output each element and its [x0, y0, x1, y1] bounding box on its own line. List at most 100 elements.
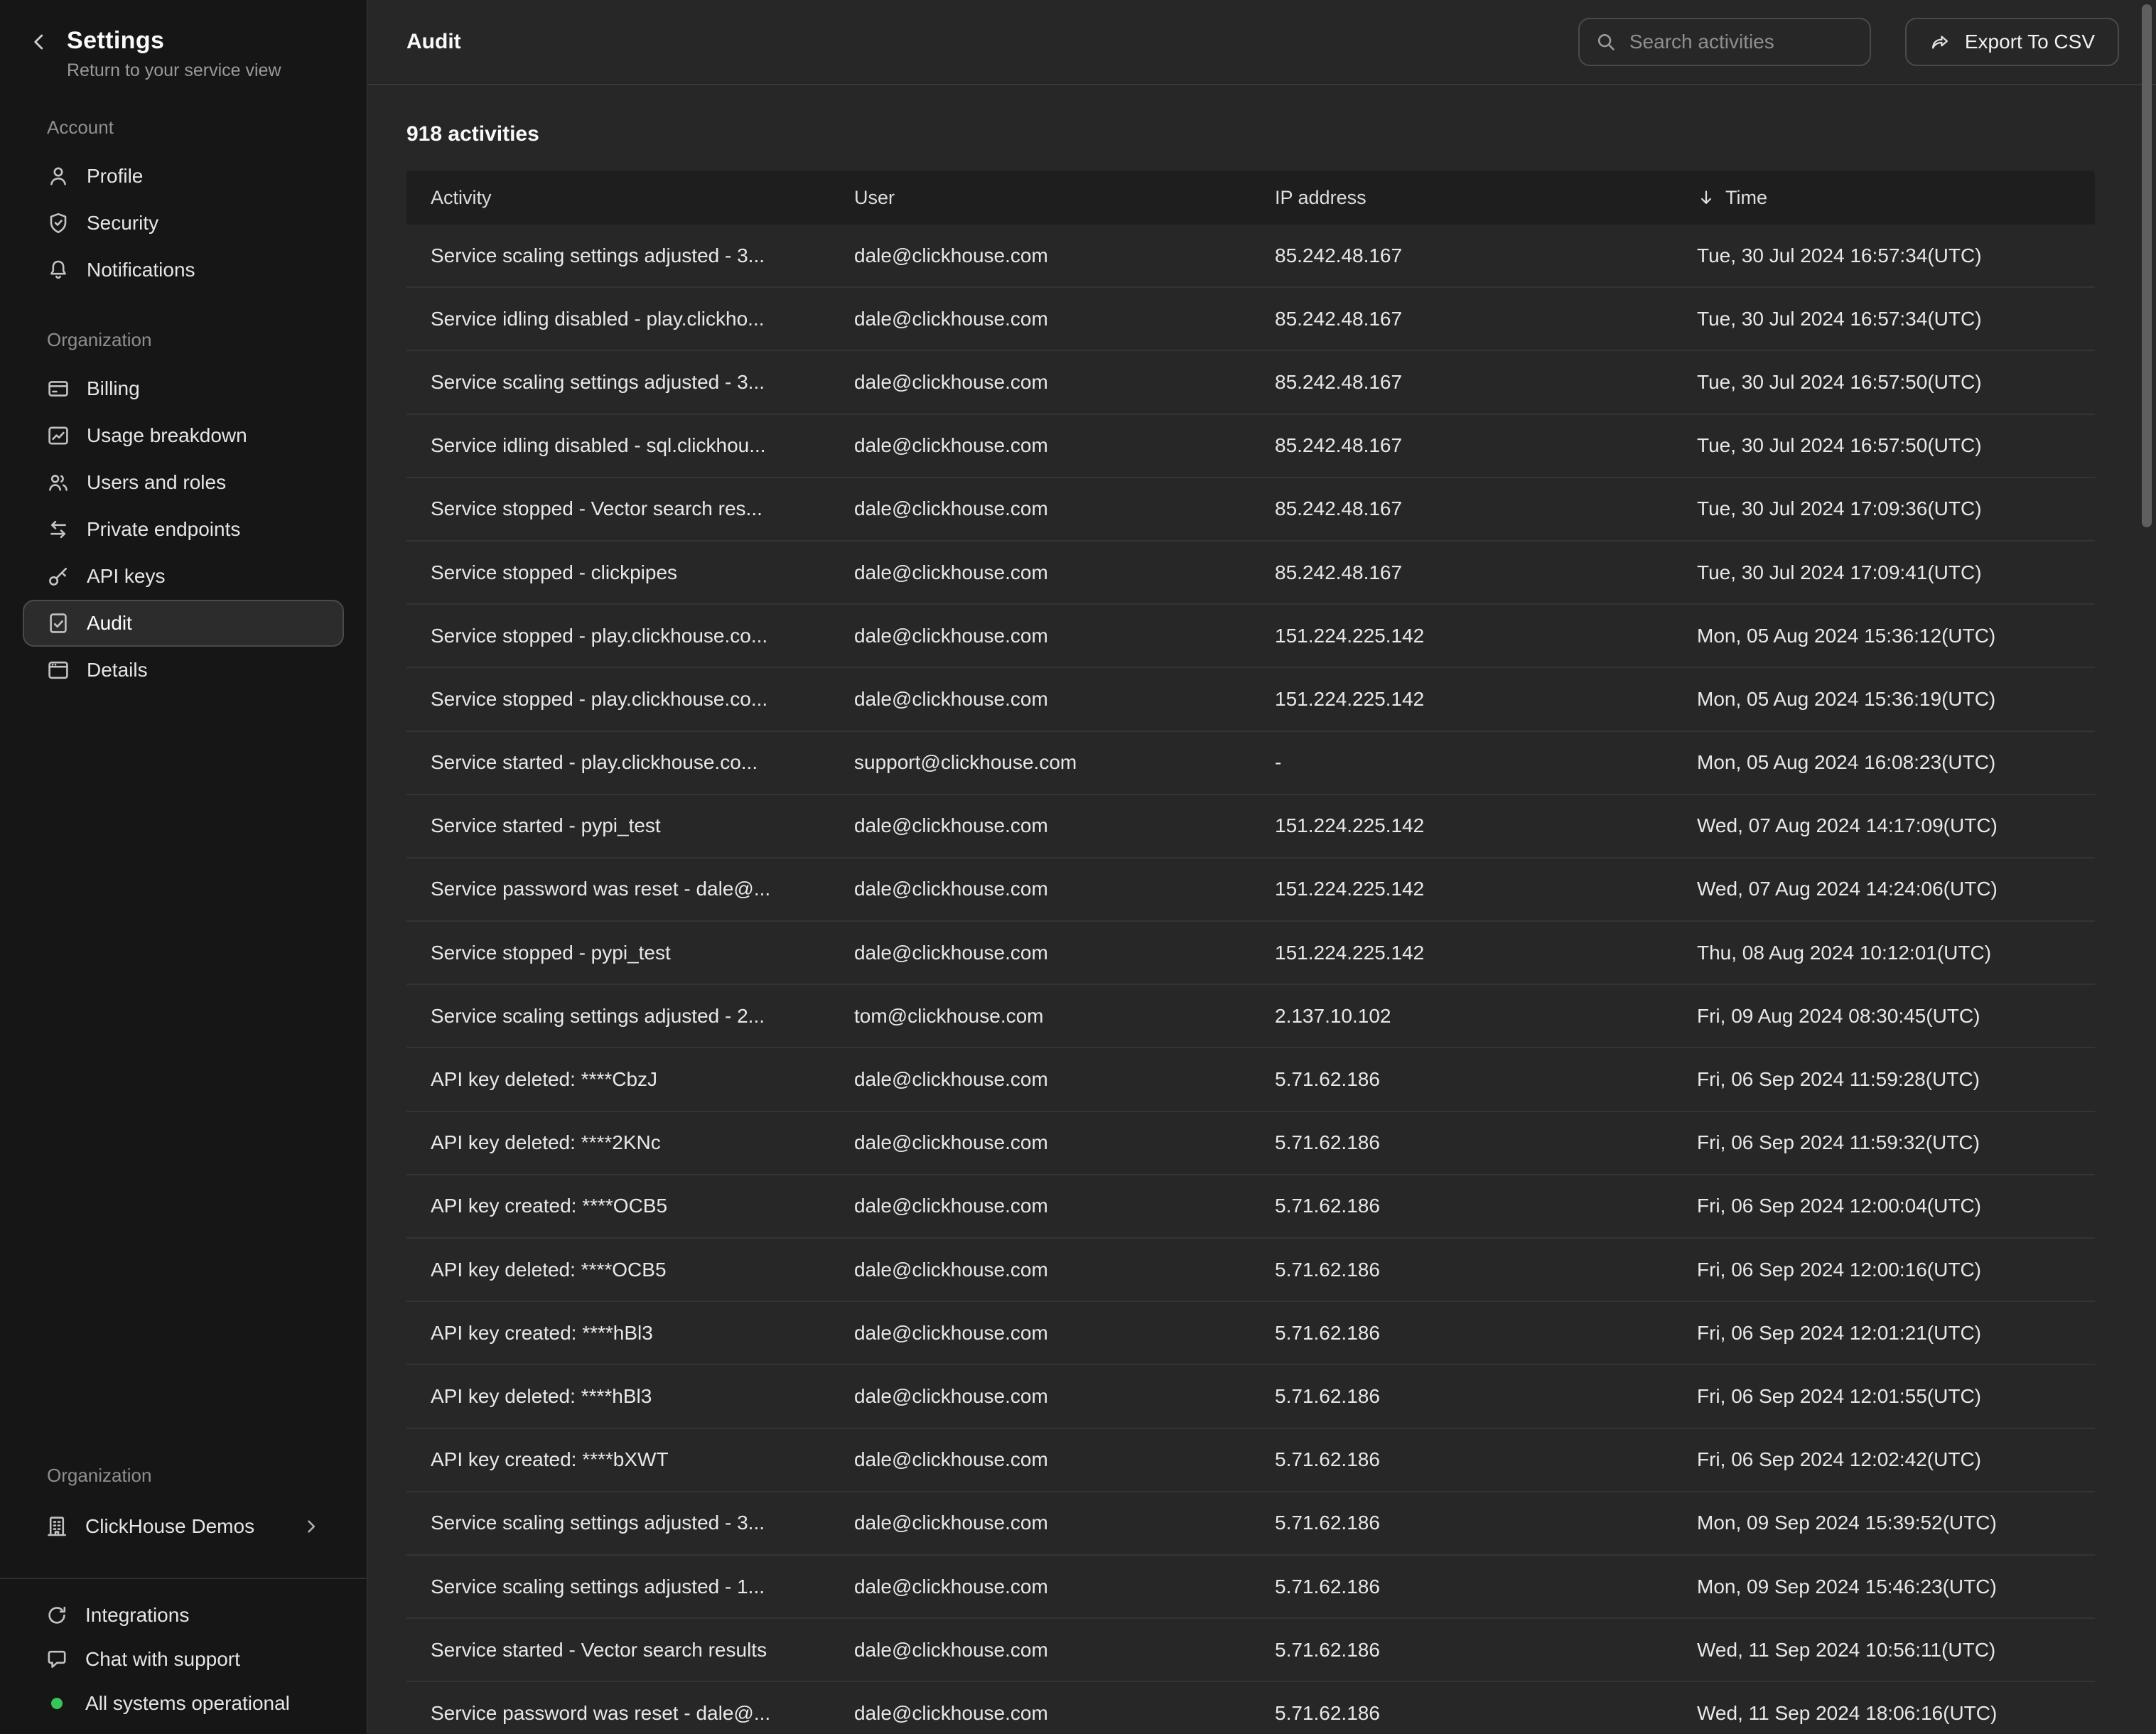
- sidebar-item-profile[interactable]: Profile: [23, 153, 344, 200]
- table-row: Service stopped - pypi_test dale@clickho…: [406, 922, 2095, 985]
- cell-time: Fri, 06 Sep 2024 12:00:04(UTC): [1673, 1195, 2095, 1217]
- cell-user: dale@clickhouse.com: [830, 1195, 1251, 1217]
- sidebar-item-chat-with-support[interactable]: Chat with support: [23, 1637, 344, 1681]
- table-row: Service stopped - play.clickhouse.co... …: [406, 668, 2095, 731]
- cell-activity: API key created: ****OCB5: [406, 1195, 830, 1217]
- cell-user: support@clickhouse.com: [830, 751, 1251, 774]
- table-row: Service scaling settings adjusted - 3...…: [406, 225, 2095, 288]
- cell-time: Thu, 08 Aug 2024 10:12:01(UTC): [1673, 942, 2095, 964]
- cell-time: Fri, 06 Sep 2024 11:59:28(UTC): [1673, 1068, 2095, 1091]
- sidebar-item-usage-breakdown[interactable]: Usage breakdown: [23, 412, 344, 459]
- search-input[interactable]: [1629, 31, 1854, 53]
- bell-icon: [47, 259, 70, 281]
- cell-activity: Service scaling settings adjusted - 1...: [406, 1576, 830, 1598]
- vertical-scrollbar[interactable]: [2142, 4, 2152, 527]
- export-csv-button[interactable]: Export To CSV: [1905, 18, 2119, 66]
- column-header-time-label: Time: [1725, 187, 1767, 209]
- sidebar-item-all-systems-operational[interactable]: All systems operational: [23, 1681, 344, 1725]
- sidebar-item-private-endpoints[interactable]: Private endpoints: [23, 506, 344, 553]
- table-row: Service password was reset - dale@... da…: [406, 1682, 2095, 1734]
- cell-user: tom@clickhouse.com: [830, 1005, 1251, 1028]
- cell-ip-address: -: [1251, 751, 1673, 774]
- cell-ip-address: 5.71.62.186: [1251, 1385, 1673, 1408]
- integrations-icon: [45, 1604, 68, 1627]
- sidebar-item-audit[interactable]: Audit: [23, 600, 344, 647]
- cell-activity: Service started - Vector search results: [406, 1639, 830, 1662]
- cell-user: dale@clickhouse.com: [830, 1322, 1251, 1345]
- cell-activity: API key created: ****bXWT: [406, 1448, 830, 1471]
- organization-nav: Billing Usage breakdown Users and roles …: [0, 365, 367, 694]
- back-chevron-icon[interactable]: [28, 31, 50, 53]
- sidebar-item-api-keys[interactable]: API keys: [23, 553, 344, 600]
- column-header-user[interactable]: User: [830, 187, 1251, 209]
- sidebar-item-label: Integrations: [85, 1604, 189, 1627]
- cell-time: Mon, 05 Aug 2024 15:36:12(UTC): [1673, 625, 2095, 647]
- cell-activity: Service scaling settings adjusted - 3...: [406, 1512, 830, 1534]
- table-row: Service scaling settings adjusted - 1...…: [406, 1556, 2095, 1619]
- cell-activity: Service scaling settings adjusted - 3...: [406, 244, 830, 267]
- table-row: Service stopped - Vector search res... d…: [406, 478, 2095, 542]
- sort-descending-icon: [1697, 188, 1715, 207]
- column-header-activity[interactable]: Activity: [406, 187, 830, 209]
- organization-building-icon: [45, 1515, 68, 1538]
- cell-time: Tue, 30 Jul 2024 16:57:34(UTC): [1673, 244, 2095, 267]
- app-window: Settings Return to your service view Acc…: [0, 0, 2156, 1734]
- cell-ip-address: 5.71.62.186: [1251, 1068, 1673, 1091]
- cell-time: Wed, 07 Aug 2024 14:24:06(UTC): [1673, 878, 2095, 900]
- cell-activity: Service scaling settings adjusted - 2...: [406, 1005, 830, 1028]
- cell-activity: Service stopped - Vector search res...: [406, 497, 830, 520]
- search-box[interactable]: [1578, 18, 1871, 66]
- cell-time: Mon, 09 Sep 2024 15:39:52(UTC): [1673, 1512, 2095, 1534]
- cell-ip-address: 85.242.48.167: [1251, 308, 1673, 330]
- cell-time: Mon, 05 Aug 2024 16:08:23(UTC): [1673, 751, 2095, 774]
- column-header-time[interactable]: Time: [1673, 187, 2095, 209]
- organization-switcher[interactable]: ClickHouse Demos: [23, 1501, 344, 1552]
- sidebar-item-integrations[interactable]: Integrations: [23, 1593, 344, 1637]
- status-dot: [45, 1698, 68, 1709]
- cell-activity: API key deleted: ****2KNc: [406, 1131, 830, 1154]
- account-nav: Profile Security Notifications: [0, 153, 367, 294]
- cell-user: dale@clickhouse.com: [830, 434, 1251, 457]
- sidebar-item-users-and-roles[interactable]: Users and roles: [23, 459, 344, 506]
- page-title: Audit: [406, 30, 461, 54]
- cell-time: Fri, 06 Sep 2024 12:02:42(UTC): [1673, 1448, 2095, 1471]
- sidebar-item-notifications[interactable]: Notifications: [23, 247, 344, 294]
- users-icon: [47, 471, 70, 494]
- table-body: Service scaling settings adjusted - 3...…: [406, 225, 2095, 1734]
- table-row: Service password was reset - dale@... da…: [406, 858, 2095, 922]
- section-label-organization-switcher: Organization: [47, 1465, 343, 1487]
- shield-icon: [47, 212, 70, 235]
- cell-user: dale@clickhouse.com: [830, 1259, 1251, 1281]
- sidebar-item-billing[interactable]: Billing: [23, 365, 344, 412]
- table-row: Service started - pypi_test dale@clickho…: [406, 795, 2095, 858]
- table-row: Service scaling settings adjusted - 3...…: [406, 351, 2095, 414]
- cell-ip-address: 151.224.225.142: [1251, 814, 1673, 837]
- cell-ip-address: 5.71.62.186: [1251, 1702, 1673, 1725]
- sidebar-item-label: Billing: [87, 377, 140, 400]
- cell-user: dale@clickhouse.com: [830, 244, 1251, 267]
- cell-user: dale@clickhouse.com: [830, 1068, 1251, 1091]
- cell-user: dale@clickhouse.com: [830, 625, 1251, 647]
- cell-ip-address: 5.71.62.186: [1251, 1131, 1673, 1154]
- table-row: API key created: ****bXWT dale@clickhous…: [406, 1429, 2095, 1492]
- table-row: API key deleted: ****CbzJ dale@clickhous…: [406, 1048, 2095, 1111]
- cell-activity: Service idling disabled - play.clickho..…: [406, 308, 830, 330]
- return-to-service-link[interactable]: Return to your service view: [67, 60, 281, 81]
- cell-user: dale@clickhouse.com: [830, 497, 1251, 520]
- cell-time: Tue, 30 Jul 2024 16:57:50(UTC): [1673, 434, 2095, 457]
- cell-activity: API key created: ****hBl3: [406, 1322, 830, 1345]
- sidebar-item-label: All systems operational: [85, 1692, 290, 1715]
- cell-ip-address: 5.71.62.186: [1251, 1259, 1673, 1281]
- sidebar-item-security[interactable]: Security: [23, 200, 344, 247]
- content-area: 918 activities Activity User IP address …: [368, 85, 2156, 1734]
- cell-time: Tue, 30 Jul 2024 17:09:36(UTC): [1673, 497, 2095, 520]
- cell-activity: Service password was reset - dale@...: [406, 878, 830, 900]
- cell-user: dale@clickhouse.com: [830, 878, 1251, 900]
- sidebar-spacer: [0, 694, 367, 1465]
- chevron-right-icon: [301, 1517, 321, 1536]
- sidebar-item-details[interactable]: Details: [23, 647, 344, 694]
- cell-ip-address: 151.224.225.142: [1251, 688, 1673, 711]
- column-header-ip-address[interactable]: IP address: [1251, 187, 1673, 209]
- table-row: API key created: ****OCB5 dale@clickhous…: [406, 1175, 2095, 1239]
- cell-ip-address: 85.242.48.167: [1251, 244, 1673, 267]
